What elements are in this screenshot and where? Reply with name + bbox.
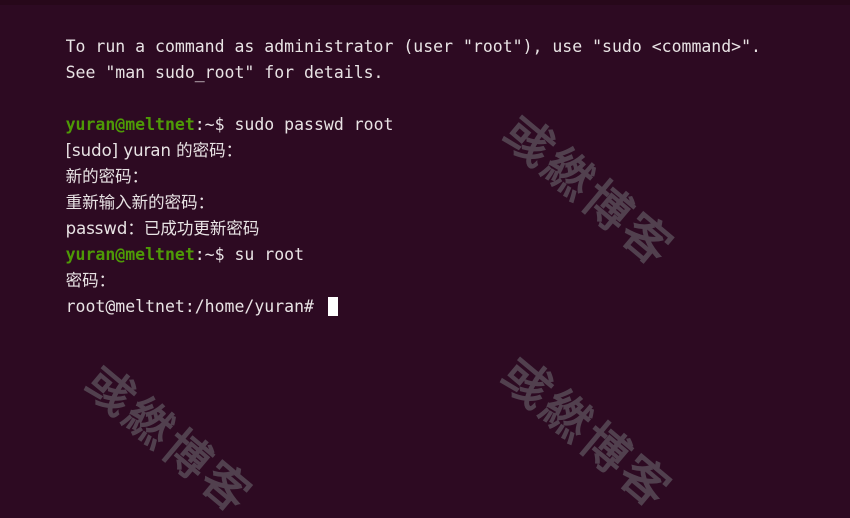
terminal-line-text: [sudo] yuran 的密码：	[65, 141, 243, 160]
prompt-path-symbol: :~$	[194, 115, 235, 134]
prompt-command: sudo passwd root	[234, 115, 394, 134]
terminal-line-text: 新的密码：	[65, 167, 149, 186]
terminal-line-text: 密码：	[65, 271, 116, 290]
terminal-line-text: To run a command as administrator (user …	[65, 37, 761, 56]
watermark-bottom-left: 彧繎博客	[75, 354, 264, 518]
terminal-line-text: passwd：已成功更新密码	[65, 219, 260, 238]
terminal-window[interactable]: 彧繎博客 彧繎博客 彧繎博客 To run a command as admin…	[0, 0, 850, 518]
terminal-line-text: 重新输入新的密码：	[65, 193, 215, 212]
prompt-user-host: yuran@meltnet	[65, 245, 195, 264]
text-cursor	[327, 297, 338, 316]
terminal-line: To run a command as administrator (user …	[6, 8, 761, 56]
prompt-user-host: yuran@meltnet	[65, 115, 195, 134]
root-prompt-text: root@meltnet:/home/yuran#	[65, 297, 324, 316]
prompt-path-symbol: :~$	[194, 245, 235, 264]
watermark-bottom-right: 彧繎博客	[490, 347, 683, 518]
window-top-edge	[0, 0, 850, 5]
terminal-line-text: See "man sudo_root" for details.	[65, 63, 384, 82]
prompt-command: su root	[234, 245, 305, 264]
terminal-prompt-line: yuran@meltnet:~$ sudo passwd root	[6, 86, 761, 134]
